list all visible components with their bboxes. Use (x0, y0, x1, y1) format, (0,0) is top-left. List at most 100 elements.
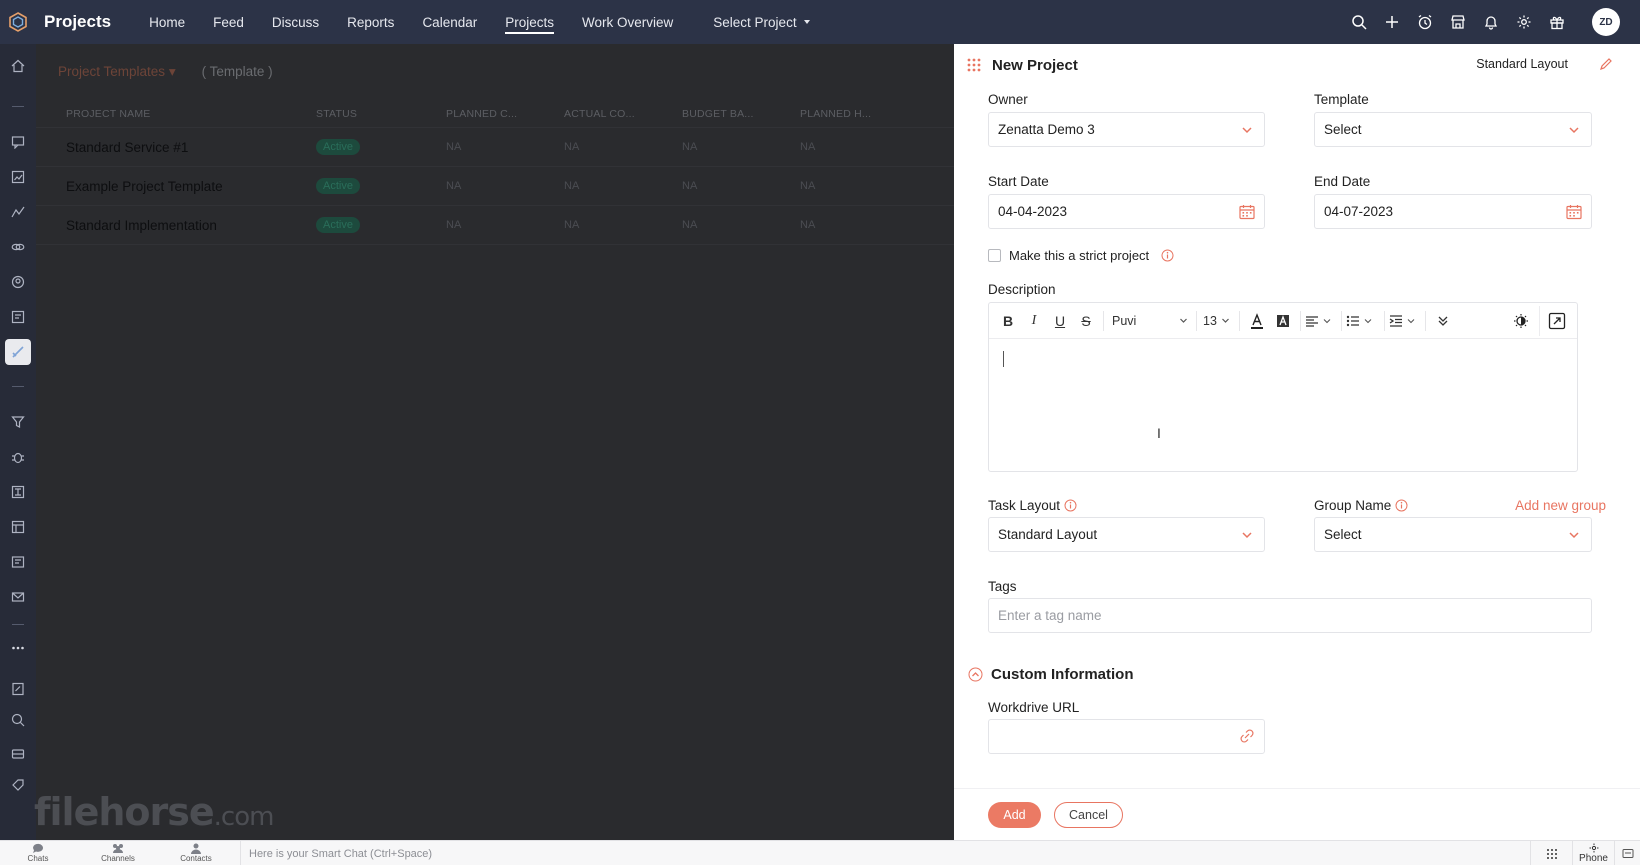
tags-input[interactable]: Enter a tag name (988, 598, 1592, 633)
add-icon[interactable] (1382, 13, 1401, 32)
column-header-budget[interactable]: BUDGET BA... (682, 100, 754, 127)
storage-icon[interactable] (8, 744, 28, 764)
table-icon[interactable] (8, 517, 28, 537)
underline-button[interactable]: U (1047, 308, 1073, 334)
nav-feed[interactable]: Feed (199, 0, 258, 44)
app-logo-icon[interactable] (0, 0, 36, 44)
nav-reports[interactable]: Reports (333, 0, 408, 44)
smart-chat-input[interactable]: Here is your Smart Chat (Ctrl+Space) (240, 841, 1470, 865)
start-date-field[interactable]: 04-04-2023 (988, 194, 1265, 229)
template-select[interactable]: Select (1314, 112, 1592, 147)
end-date-field[interactable]: 04-07-2023 (1314, 194, 1592, 229)
smart-chat-bar: Chats Channels Contacts Here is your Sma… (0, 840, 1640, 865)
invoice-icon[interactable] (8, 552, 28, 572)
project-templates-dropdown[interactable]: Project Templates ▾ (58, 64, 176, 80)
calendar-icon[interactable] (1565, 203, 1583, 221)
more-dots-icon[interactable] (8, 638, 28, 658)
chevron-down-icon (1242, 127, 1252, 134)
drag-grip-icon[interactable] (966, 57, 982, 73)
funnel-icon[interactable] (8, 412, 28, 432)
info-icon[interactable] (1161, 249, 1174, 262)
column-header-actual-cost[interactable]: ACTUAL CO... (564, 100, 635, 127)
analytics-icon[interactable] (8, 202, 28, 222)
add-new-group-link[interactable]: Add new group (1515, 498, 1606, 513)
info-icon[interactable] (1395, 499, 1408, 512)
user-avatar[interactable]: ZD (1592, 8, 1620, 36)
workdrive-url-input[interactable] (988, 719, 1265, 754)
edit-pencil-icon[interactable] (1598, 56, 1614, 72)
nav-home[interactable]: Home (135, 0, 199, 44)
text-color-icon[interactable] (1244, 308, 1270, 334)
projects-rail-icon[interactable] (5, 339, 31, 365)
column-header-planned-cost[interactable]: PLANNED C... (446, 100, 517, 127)
theme-toggle-icon[interactable] (1509, 308, 1535, 334)
nav-projects[interactable]: Projects (491, 0, 568, 44)
board-icon[interactable] (8, 307, 28, 327)
table-row[interactable]: Example Project Template Active NA NA NA… (36, 167, 954, 206)
nav-work-overview[interactable]: Work Overview (568, 0, 687, 44)
task-layout-select[interactable]: Standard Layout (988, 517, 1265, 552)
font-family-select[interactable]: Puvi (1108, 314, 1192, 328)
table-row[interactable]: Standard Implementation Active NA NA NA … (36, 206, 954, 245)
search-people-icon[interactable] (8, 272, 28, 292)
marketplace-icon[interactable] (1448, 13, 1467, 32)
link-icon[interactable] (8, 237, 28, 257)
settings-gear-icon[interactable] (1514, 13, 1533, 32)
info-icon[interactable] (1064, 499, 1077, 512)
group-name-select[interactable]: Select (1314, 517, 1592, 552)
start-date-value: 04-04-2023 (998, 204, 1068, 219)
table-row[interactable]: Standard Service #1 Active NA NA NA NA (36, 128, 954, 167)
expand-editor-icon[interactable] (1539, 306, 1573, 336)
template-name[interactable]: Standard Implementation (66, 206, 217, 244)
zoom-search-icon[interactable] (8, 710, 28, 730)
column-header-name[interactable]: PROJECT NAME (66, 100, 150, 127)
channels-icon (113, 844, 123, 853)
custom-information-section-toggle[interactable]: Custom Information (968, 666, 1134, 683)
group-name-label: Group Name (1314, 498, 1392, 513)
notes-icon[interactable] (8, 679, 28, 699)
gift-icon[interactable] (1547, 13, 1566, 32)
strict-project-checkbox[interactable] (988, 249, 1001, 262)
actual-cost-cell: NA (564, 219, 580, 231)
strikethrough-button[interactable]: S (1073, 308, 1099, 334)
home-icon[interactable] (8, 56, 28, 76)
italic-button[interactable]: I (1021, 308, 1047, 334)
bug-icon[interactable] (8, 447, 28, 467)
search-icon[interactable] (1349, 13, 1368, 32)
template-name[interactable]: Example Project Template (66, 167, 223, 205)
template-name[interactable]: Standard Service #1 (66, 128, 188, 166)
alarm-clock-icon[interactable] (1415, 13, 1434, 32)
column-header-status[interactable]: STATUS (316, 100, 357, 127)
list-select[interactable] (1346, 314, 1380, 328)
select-project-dropdown[interactable]: Select Project (713, 15, 810, 30)
chat-settings-icon[interactable] (1614, 841, 1640, 865)
font-size-select[interactable]: 13 (1201, 314, 1235, 328)
phone-button[interactable]: Phone (1572, 841, 1614, 865)
nav-calendar[interactable]: Calendar (408, 0, 491, 44)
tag-icon[interactable] (8, 775, 28, 795)
chats-tab[interactable]: Chats (8, 843, 68, 863)
timesheet-icon[interactable] (8, 482, 28, 502)
reports-icon[interactable] (8, 167, 28, 187)
contacts-tab[interactable]: Contacts (166, 843, 226, 863)
notification-bell-icon[interactable] (1481, 13, 1500, 32)
align-left-icon (1306, 315, 1318, 327)
channels-tab[interactable]: Channels (88, 843, 148, 863)
add-button[interactable]: Add (988, 802, 1041, 828)
owner-select[interactable]: Zenatta Demo 3 (988, 112, 1265, 147)
align-select[interactable] (1305, 314, 1337, 328)
more-tools-chevron-icon[interactable] (1430, 308, 1456, 334)
highlight-color-icon[interactable] (1270, 308, 1296, 334)
indent-select[interactable] (1389, 314, 1421, 328)
nav-discuss[interactable]: Discuss (258, 0, 333, 44)
calendar-icon[interactable] (1238, 203, 1256, 221)
dialpad-icon[interactable] (1530, 841, 1572, 865)
group-name-label-row: Group Name (1314, 498, 1408, 513)
bold-button[interactable]: B (995, 308, 1021, 334)
column-header-planned-hours[interactable]: PLANNED H... (800, 100, 871, 127)
mail-icon[interactable] (8, 587, 28, 607)
cancel-button[interactable]: Cancel (1054, 802, 1123, 828)
description-text-area[interactable]: I (989, 339, 1577, 471)
feed-icon[interactable] (8, 132, 28, 152)
layout-label[interactable]: Standard Layout (1476, 57, 1568, 71)
